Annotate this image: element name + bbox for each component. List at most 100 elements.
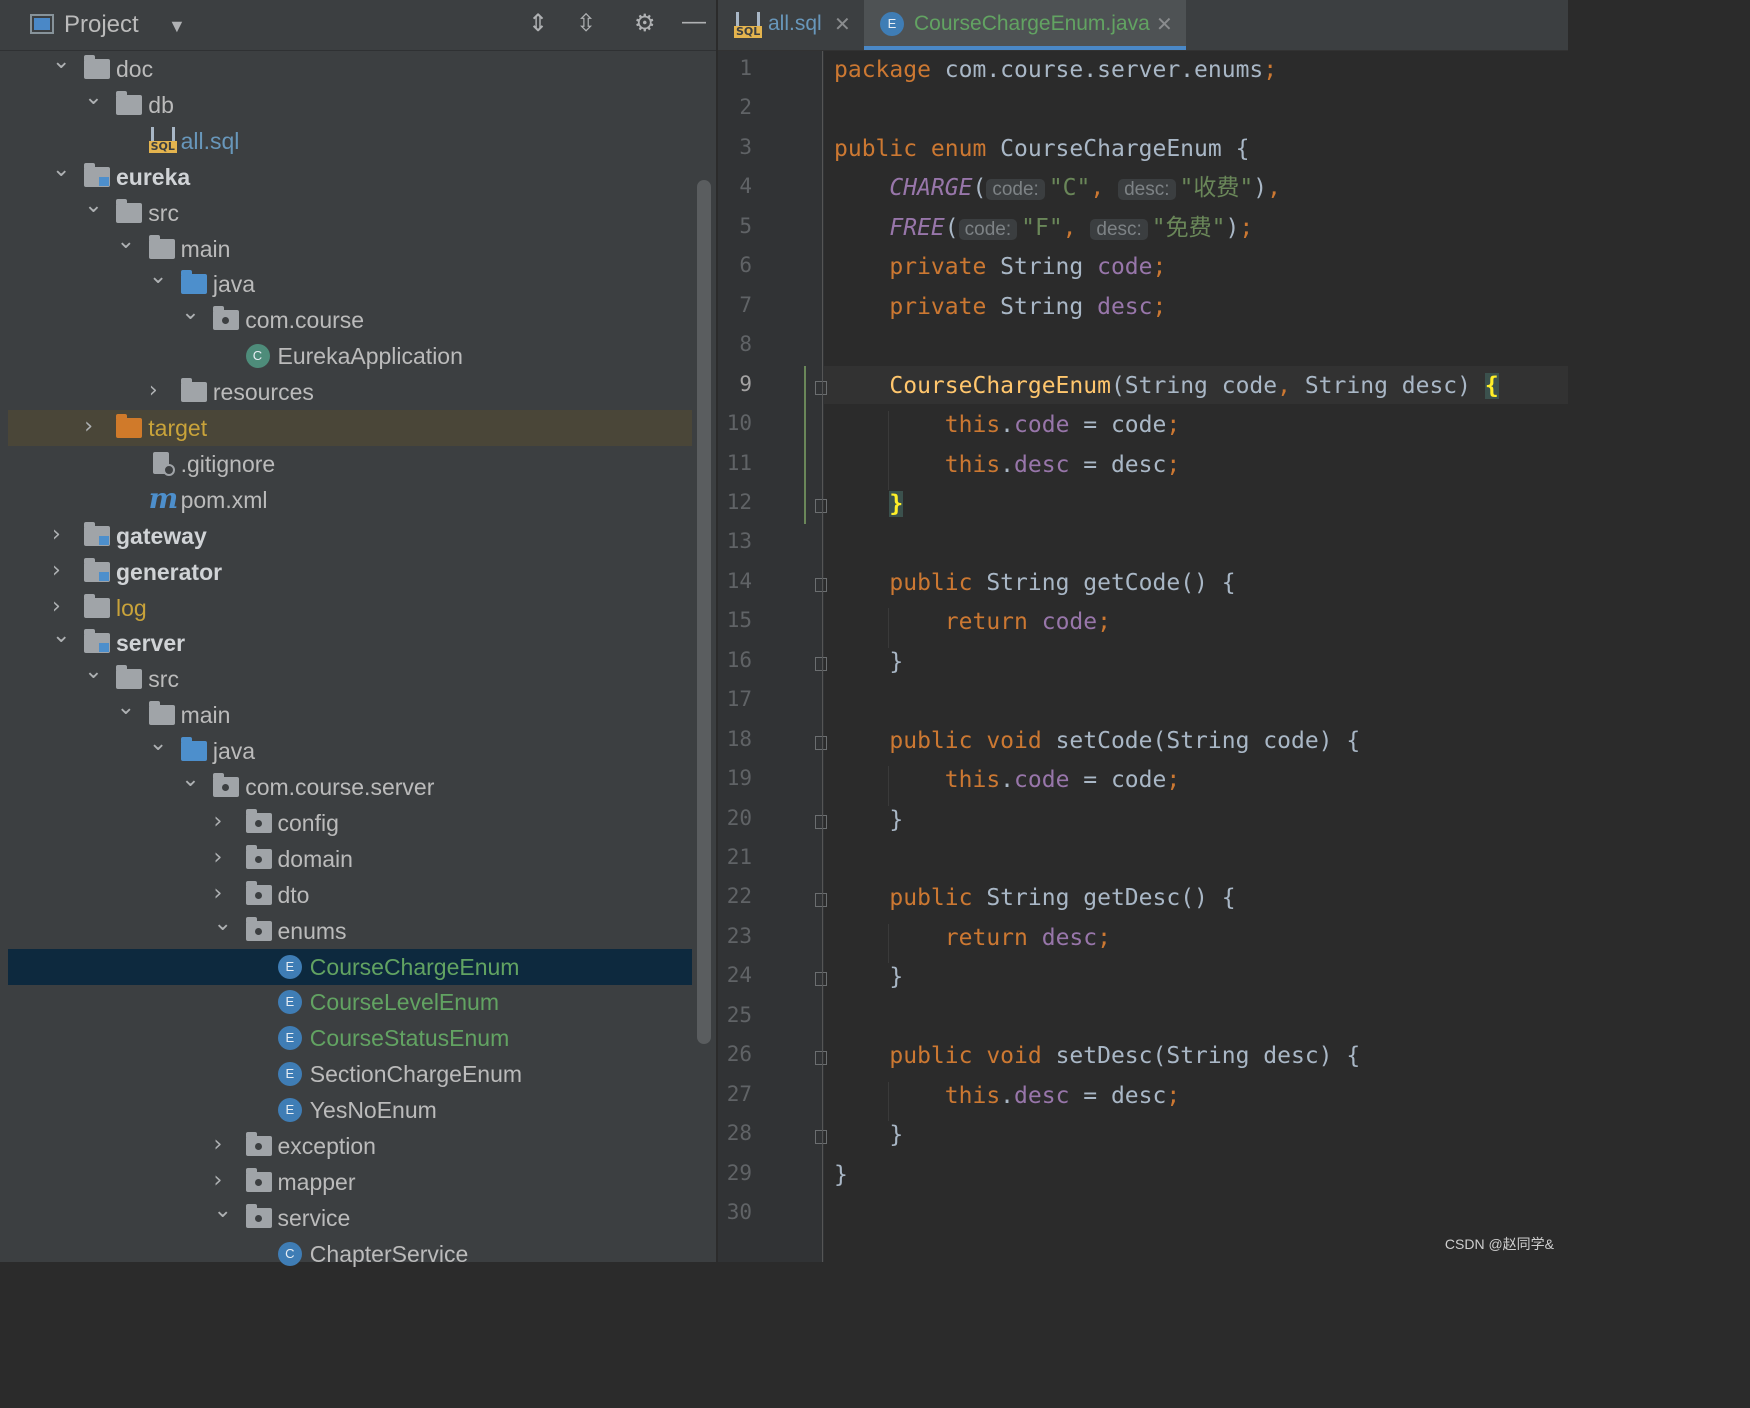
line-number[interactable]: 30 xyxy=(718,1200,752,1224)
tree-row[interactable]: ⌄ src xyxy=(8,661,692,697)
tree-row[interactable]: ⌄ service xyxy=(8,1199,692,1236)
line-number[interactable]: 19 xyxy=(718,766,752,790)
tree-row[interactable]: ⌄ com.course xyxy=(8,302,692,338)
tree-row[interactable]: › resources xyxy=(8,374,692,410)
chevron-right-icon[interactable]: › xyxy=(214,882,223,905)
chevron-down-icon[interactable]: ⌄ xyxy=(117,697,135,719)
tree-row[interactable]: .gitignore xyxy=(8,446,692,482)
vcs-change-marker[interactable] xyxy=(804,366,806,524)
tree-row[interactable]: ⌄ java xyxy=(8,733,692,769)
gear-icon[interactable]: ⚙ xyxy=(634,12,656,36)
tree-row[interactable]: ⌄ main xyxy=(8,230,692,267)
chevron-down-icon[interactable]: ⌄ xyxy=(214,912,232,935)
tree-scrollbar[interactable] xyxy=(697,180,711,1044)
line-number[interactable]: 3 xyxy=(718,135,752,159)
tree-row[interactable]: SQL all.sql xyxy=(8,123,692,159)
fold-icon[interactable] xyxy=(815,577,827,592)
tree-row[interactable]: E SectionChargeEnum xyxy=(8,1056,692,1092)
tree-row[interactable]: › gateway xyxy=(8,518,692,554)
fold-icon[interactable] xyxy=(815,735,827,750)
line-number[interactable]: 4 xyxy=(718,174,752,198)
line-number[interactable]: 23 xyxy=(718,924,752,948)
line-number[interactable]: 14 xyxy=(718,569,752,593)
tree-row[interactable]: › generator xyxy=(8,554,692,590)
line-number[interactable]: 28 xyxy=(718,1121,752,1145)
chevron-down-icon[interactable]: ⌄ xyxy=(52,158,70,181)
tree-row[interactable]: ⌄ eureka xyxy=(8,158,692,195)
editor-tab[interactable]: SQL all.sql ✕ xyxy=(718,0,864,50)
line-number[interactable]: 13 xyxy=(718,529,752,553)
fold-icon[interactable] xyxy=(815,814,827,829)
fold-icon[interactable] xyxy=(815,656,827,671)
chevron-down-icon[interactable]: ⌄ xyxy=(84,661,102,683)
fold-icon[interactable] xyxy=(815,1051,827,1066)
line-number[interactable]: 6 xyxy=(718,253,752,277)
chevron-right-icon[interactable]: › xyxy=(214,1169,223,1192)
line-number[interactable]: 11 xyxy=(718,451,752,475)
line-number[interactable]: 12 xyxy=(718,490,752,514)
chevron-down-icon[interactable]: ⌄ xyxy=(52,625,70,647)
tree-row[interactable]: › mapper xyxy=(8,1164,692,1200)
tree-row[interactable]: ⌄ main xyxy=(8,697,692,733)
tree-row[interactable]: › target xyxy=(8,410,692,446)
fold-icon[interactable] xyxy=(815,972,827,987)
tree-row[interactable]: E YesNoEnum xyxy=(8,1092,692,1128)
chevron-right-icon[interactable]: › xyxy=(149,380,158,402)
line-number[interactable]: 22 xyxy=(718,884,752,908)
line-number[interactable]: 16 xyxy=(718,648,752,672)
collapse-all-icon[interactable]: ⇳ xyxy=(576,12,596,36)
chevron-down-icon[interactable]: ⌄ xyxy=(181,302,199,324)
fold-icon[interactable] xyxy=(815,380,827,395)
tree-row[interactable]: ⌄ src xyxy=(8,194,692,231)
line-number[interactable]: 2 xyxy=(718,95,752,119)
tree-row[interactable]: › domain xyxy=(8,841,692,877)
chevron-right-icon[interactable]: › xyxy=(52,595,61,618)
line-number[interactable]: 9 xyxy=(718,372,752,396)
close-icon[interactable]: ✕ xyxy=(834,12,851,37)
chevron-right-icon[interactable]: › xyxy=(214,846,223,869)
chevron-right-icon[interactable]: › xyxy=(214,1134,223,1156)
tree-row[interactable]: ⌄ doc xyxy=(8,51,692,87)
tree-row[interactable]: E CourseChargeEnum xyxy=(8,948,692,985)
chevron-right-icon[interactable]: › xyxy=(214,810,223,833)
tree-row[interactable]: m pom.xml xyxy=(8,482,692,518)
minimize-icon[interactable]: — xyxy=(682,10,706,34)
tree-row[interactable]: C EurekaApplication xyxy=(8,338,692,374)
expand-all-icon[interactable]: ⇕ xyxy=(528,12,548,36)
line-number[interactable]: 20 xyxy=(718,806,752,830)
close-icon[interactable]: ✕ xyxy=(1156,12,1173,37)
chevron-down-icon[interactable]: ⌄ xyxy=(149,266,167,288)
chevron-right-icon[interactable]: › xyxy=(52,559,61,582)
line-number[interactable]: 8 xyxy=(718,332,752,356)
chevron-down-icon[interactable]: ⌄ xyxy=(117,230,135,253)
tree-row[interactable]: C ChapterService xyxy=(8,1236,692,1272)
line-number[interactable]: 25 xyxy=(718,1003,752,1027)
chevron-down-icon[interactable]: ⌄ xyxy=(84,194,102,217)
chevron-down-icon[interactable]: ⌄ xyxy=(149,733,167,755)
fold-icon[interactable] xyxy=(815,893,827,908)
line-number[interactable]: 10 xyxy=(718,411,752,435)
chevron-down-icon[interactable]: ⌄ xyxy=(52,51,70,73)
tree-row[interactable]: ⌄ enums xyxy=(8,912,692,949)
chevron-right-icon[interactable]: › xyxy=(84,416,93,438)
tree-row[interactable]: ⌄ com.course.server xyxy=(8,769,692,805)
line-number[interactable]: 15 xyxy=(718,608,752,632)
fold-icon[interactable] xyxy=(815,498,827,513)
tree-row[interactable]: E CourseStatusEnum xyxy=(8,1020,692,1056)
editor-tab[interactable]: E CourseChargeEnum.java ✕ xyxy=(864,0,1186,50)
tree-row[interactable]: E CourseLevelEnum xyxy=(8,984,692,1020)
line-number[interactable]: 7 xyxy=(718,293,752,317)
chevron-down-icon[interactable]: ⌄ xyxy=(84,86,102,109)
chevron-right-icon[interactable]: › xyxy=(52,523,61,546)
chevron-down-icon[interactable]: ▼ xyxy=(168,14,186,38)
tree-row[interactable]: ⌄ server xyxy=(8,625,692,661)
tree-row[interactable]: › log xyxy=(8,590,692,626)
line-number[interactable]: 26 xyxy=(718,1042,752,1066)
tree-row[interactable]: ⌄ db xyxy=(8,86,692,123)
line-number[interactable]: 1 xyxy=(718,56,752,80)
line-number[interactable]: 5 xyxy=(718,214,752,238)
chevron-down-icon[interactable]: ⌄ xyxy=(214,1199,232,1222)
line-number[interactable]: 24 xyxy=(718,963,752,987)
tree-row[interactable]: ⌄ java xyxy=(8,266,692,302)
tree-row[interactable]: › exception xyxy=(8,1128,692,1164)
